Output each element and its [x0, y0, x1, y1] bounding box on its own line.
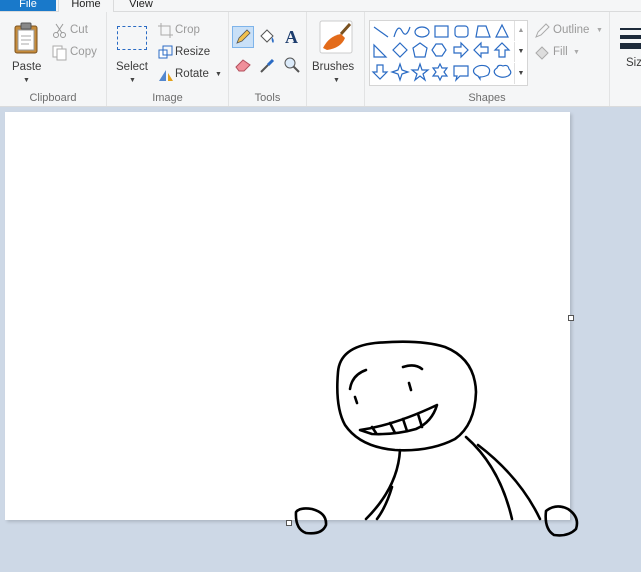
image-group-label: Image	[152, 92, 183, 104]
rotate-label: Rotate	[175, 68, 209, 80]
brushes-button[interactable]: Brushes ▼	[311, 16, 361, 88]
crop-button[interactable]: Crop	[157, 22, 212, 40]
paste-icon	[14, 22, 38, 54]
svg-text:A: A	[285, 27, 298, 47]
triangle-shape-icon[interactable]	[495, 23, 509, 38]
rotate-icon	[159, 70, 173, 81]
outline-label: Outline	[553, 24, 590, 36]
eraser-icon[interactable]	[234, 57, 252, 73]
pentagon-shape-icon[interactable]	[412, 42, 428, 58]
clipboard-group: Paste ▼ Cut Copy Clipboard	[0, 12, 107, 106]
up-arrow-shape-icon[interactable]	[493, 42, 511, 58]
outline-pen-icon	[535, 23, 550, 38]
polygon-shape-icon[interactable]	[475, 25, 491, 38]
rounded-rectangle-shape-icon[interactable]	[454, 25, 469, 38]
copy-label: Copy	[70, 46, 97, 58]
four-point-star-shape-icon[interactable]	[390, 62, 410, 82]
select-button[interactable]: Select ▼	[113, 16, 153, 86]
six-point-star-shape-icon[interactable]	[431, 62, 449, 82]
resize-label: Resize	[175, 46, 211, 58]
shapes-group: ▲ ▼ ▼ Outline ▼ Fill ▼ Shapes	[365, 12, 610, 106]
fill-label: Fill	[553, 46, 568, 58]
shapes-scroll-down[interactable]: ▼	[514, 42, 527, 62]
rounded-callout-shape-icon[interactable]	[453, 65, 469, 82]
pencil-tool[interactable]	[232, 26, 254, 48]
image-group: Select ▼ Crop Resize Rotate ▼ Image	[107, 12, 229, 106]
line-width-icon	[620, 28, 641, 49]
pencil-icon	[236, 29, 251, 44]
cloud-callout-shape-icon[interactable]	[493, 64, 512, 78]
color-picker-icon[interactable]	[259, 56, 277, 74]
clipboard-group-label: Clipboard	[29, 92, 77, 104]
copy-button[interactable]: Copy	[50, 44, 102, 62]
copy-icon	[52, 45, 67, 61]
magnifier-icon[interactable]	[283, 56, 301, 74]
shapes-scroll-up[interactable]: ▲	[514, 21, 527, 41]
outline-dropdown-icon[interactable]: ▼	[596, 27, 603, 34]
cut-label: Cut	[70, 24, 88, 36]
size-button[interactable]: Size	[616, 22, 641, 82]
brushes-dropdown-icon[interactable]: ▼	[333, 77, 340, 84]
cut-button[interactable]: Cut	[50, 22, 100, 40]
rotate-dropdown-icon[interactable]: ▼	[215, 71, 222, 78]
right-triangle-shape-icon[interactable]	[373, 43, 388, 58]
diamond-shape-icon[interactable]	[392, 42, 408, 58]
outline-button[interactable]: Outline ▼	[533, 22, 605, 40]
left-arrow-shape-icon[interactable]	[473, 41, 489, 59]
ribbon: Paste ▼ Cut Copy Clipboard Select ▼ Crop…	[0, 12, 641, 107]
oval-shape-icon[interactable]	[414, 26, 430, 38]
shapes-expand[interactable]: ▼	[514, 63, 527, 84]
down-arrow-shape-icon[interactable]	[371, 64, 389, 80]
tab-home[interactable]: Home	[58, 0, 114, 12]
paste-dropdown-icon[interactable]: ▼	[23, 77, 30, 84]
right-arrow-shape-icon[interactable]	[453, 41, 469, 59]
shapes-gallery: ▲ ▼ ▼	[369, 20, 528, 86]
resize-button[interactable]: Resize	[157, 44, 217, 62]
shapes-group-label: Shapes	[468, 92, 506, 104]
size-group: Size	[610, 12, 641, 106]
crop-label: Crop	[175, 24, 200, 36]
tab-view[interactable]: View	[118, 0, 164, 11]
rotate-button[interactable]: Rotate ▼	[157, 66, 223, 84]
curve-shape-icon[interactable]	[393, 26, 411, 38]
fill-button[interactable]: Fill ▼	[533, 44, 593, 62]
scissors-icon	[53, 23, 66, 38]
select-rectangle-icon	[117, 26, 147, 50]
paste-button[interactable]: Paste ▼	[4, 16, 46, 86]
line-shape-icon[interactable]	[373, 26, 389, 38]
brushes-label: Brushes	[312, 61, 355, 73]
fill-dropdown-icon[interactable]: ▼	[573, 49, 580, 56]
size-label: Size	[626, 57, 641, 69]
five-point-star-shape-icon[interactable]	[410, 62, 430, 82]
paste-label: Paste	[12, 61, 42, 73]
tab-file[interactable]: File	[0, 0, 56, 11]
brush-icon	[319, 20, 353, 54]
tools-group-label: Tools	[254, 92, 281, 104]
tools-group: A Tools	[229, 12, 307, 106]
rectangle-shape-icon[interactable]	[434, 25, 449, 38]
fill-bucket-icon[interactable]	[258, 28, 276, 46]
select-dropdown-icon[interactable]: ▼	[129, 77, 136, 84]
text-tool-icon[interactable]: A	[283, 27, 301, 47]
resize-icon	[158, 45, 173, 59]
select-label: Select	[116, 61, 148, 73]
ribbon-tab-bar: File Home View	[0, 0, 641, 12]
oval-callout-shape-icon[interactable]	[472, 64, 491, 81]
stick-figure-drawing	[294, 340, 579, 537]
crop-icon	[158, 23, 173, 38]
brushes-group: Brushes ▼	[307, 12, 365, 106]
fill-icon	[535, 46, 549, 60]
hexagon-shape-icon[interactable]	[431, 43, 447, 57]
